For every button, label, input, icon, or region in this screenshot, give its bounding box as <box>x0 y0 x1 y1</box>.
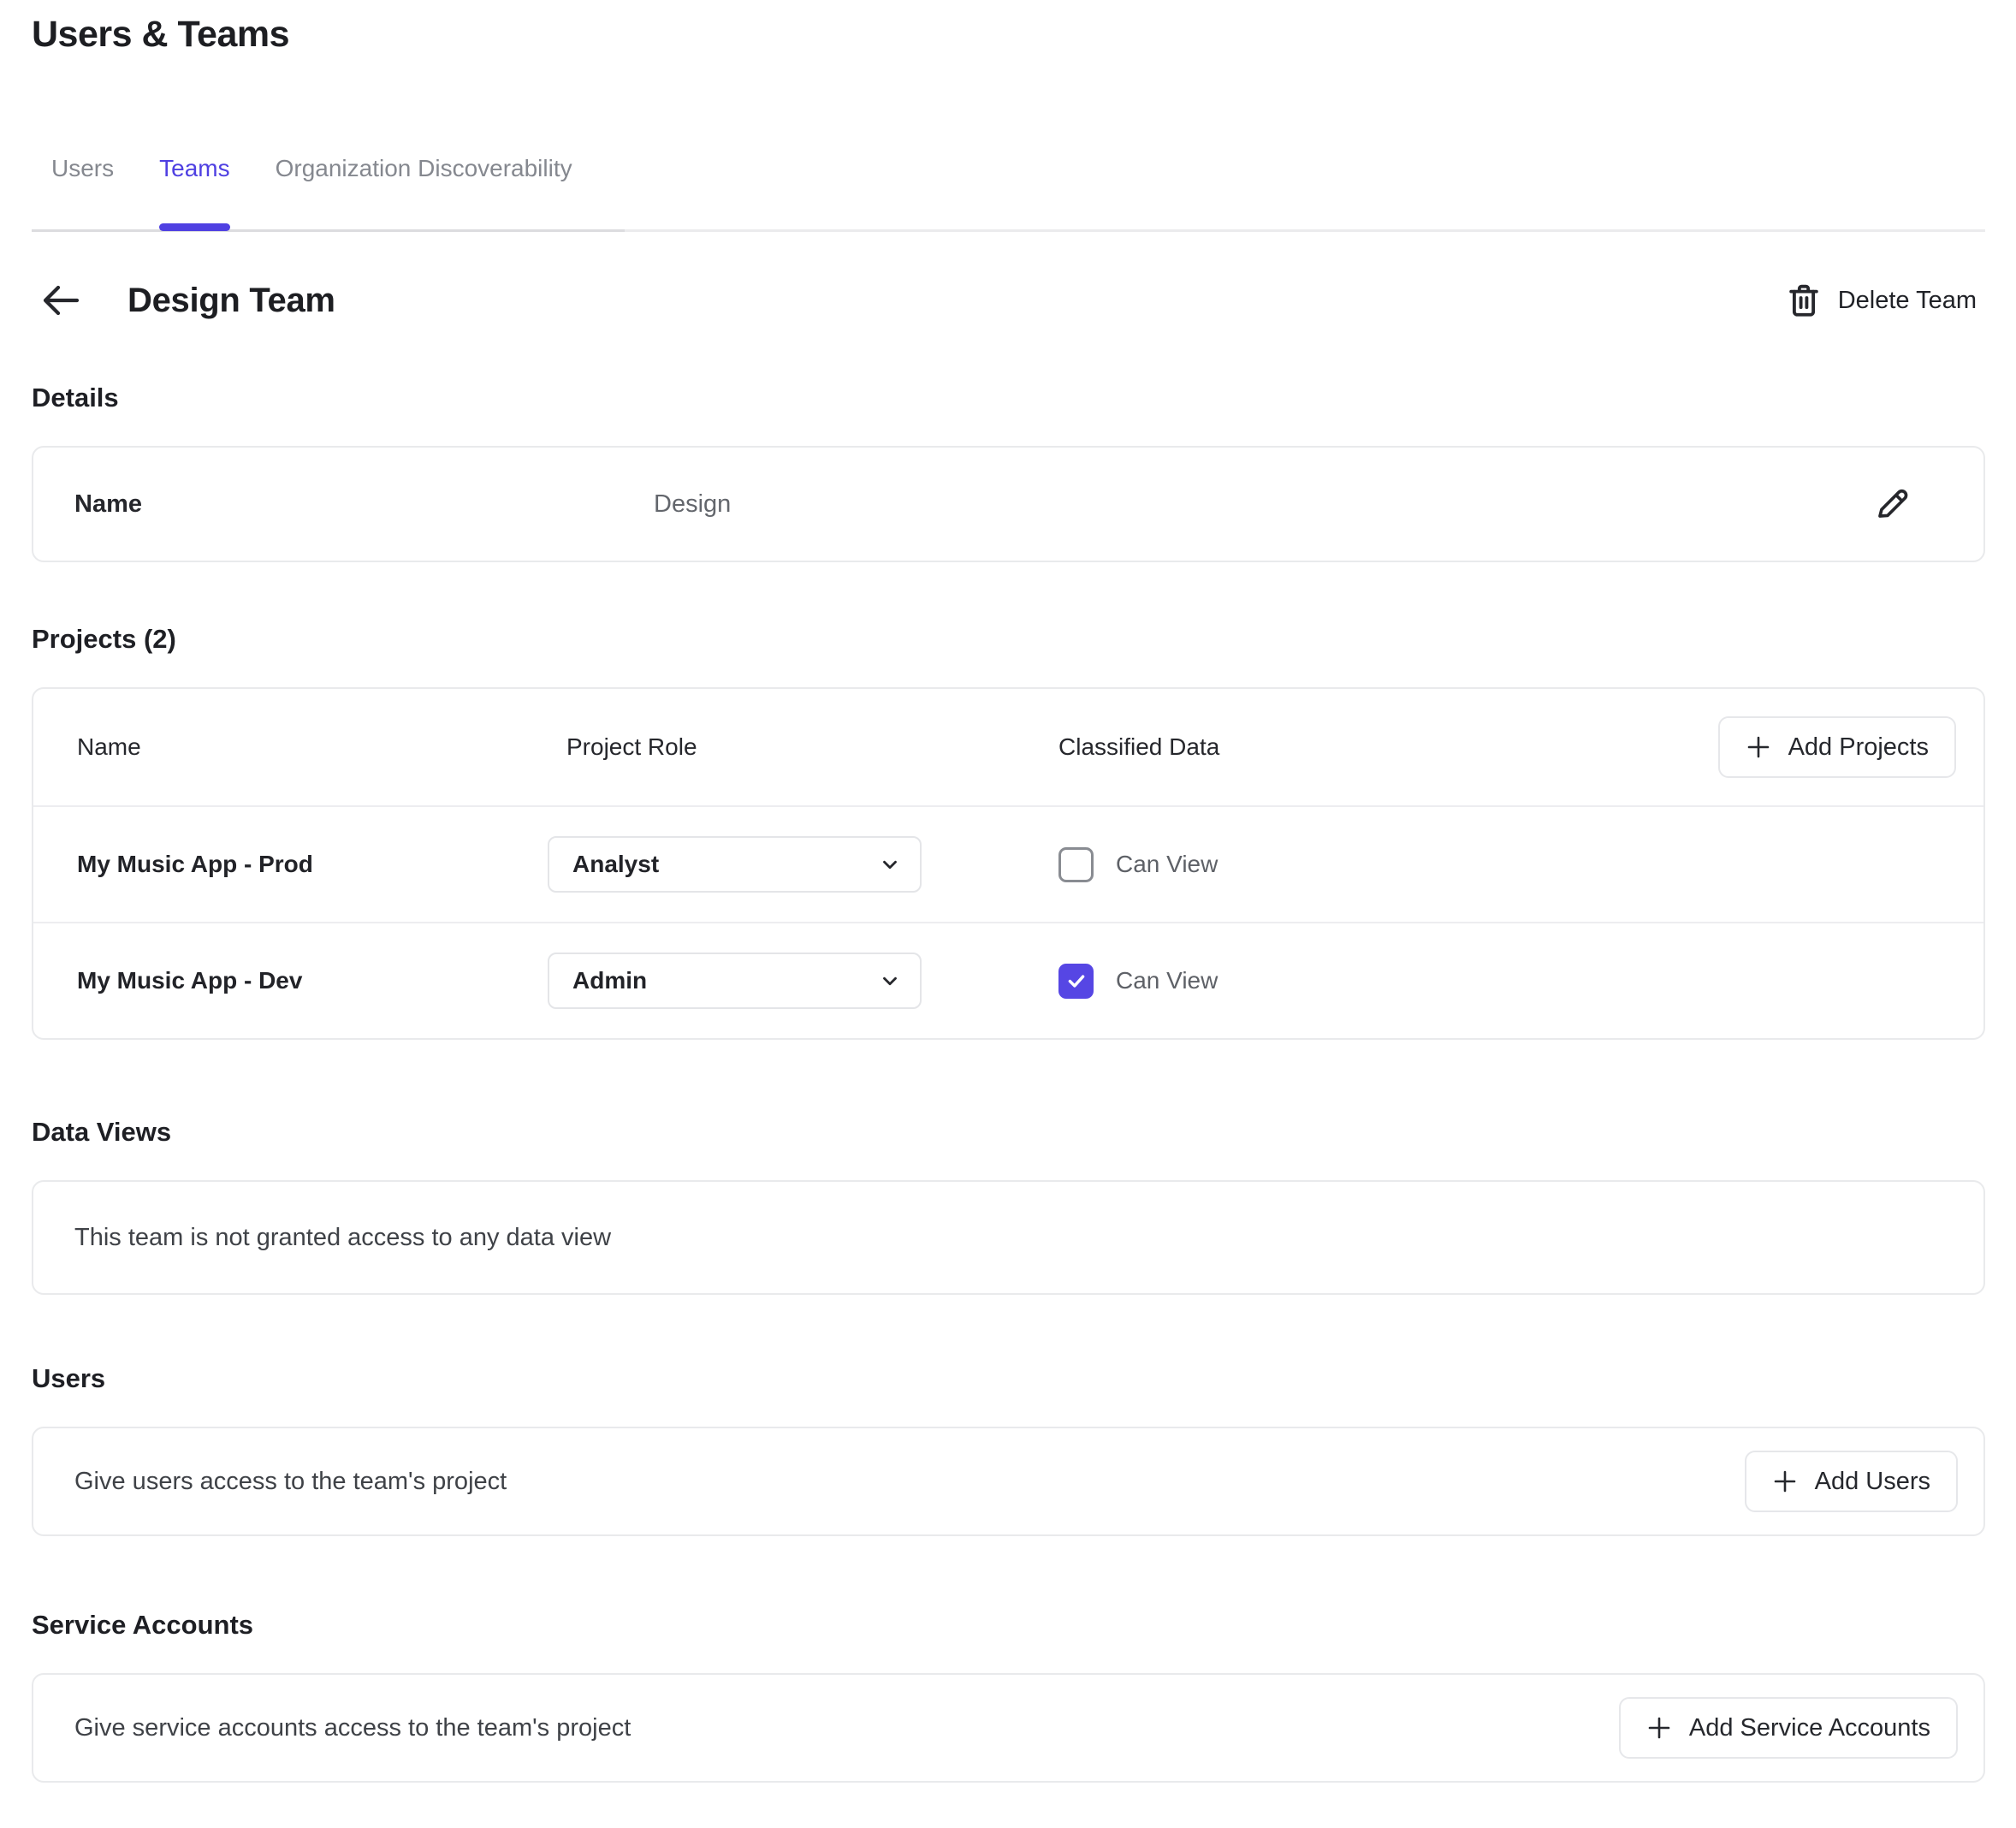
classified-can-view-toggle-prod[interactable]: Can View <box>1058 847 1956 882</box>
users-description: Give users access to the team's project <box>74 1468 1745 1496</box>
users-card: Give users access to the team's project … <box>32 1427 1985 1536</box>
plus-icon <box>1772 1469 1798 1494</box>
column-header-name: Name <box>77 733 548 761</box>
tab-organization-discoverability[interactable]: Organization Discoverability <box>276 155 572 231</box>
plus-icon <box>1746 734 1771 760</box>
project-name: My Music App - Prod <box>77 851 548 878</box>
tab-teams[interactable]: Teams <box>159 155 229 231</box>
data-views-card: This team is not granted access to any d… <box>32 1180 1985 1295</box>
add-projects-label: Add Projects <box>1788 733 1929 762</box>
add-users-button[interactable]: Add Users <box>1745 1451 1958 1512</box>
project-row-dev: My Music App - Dev Admin Can View <box>33 922 1983 1038</box>
tab-users[interactable]: Users <box>51 155 114 231</box>
tab-bar: Users Teams Organization Discoverability <box>32 155 1985 231</box>
project-role-select-prod[interactable]: Analyst <box>548 836 922 893</box>
column-header-classified-data: Classified Data <box>1058 733 1718 761</box>
column-header-project-role: Project Role <box>548 733 1058 761</box>
team-title: Design Team <box>127 282 335 320</box>
edit-name-button[interactable] <box>1874 486 1910 522</box>
back-button[interactable] <box>39 278 83 323</box>
can-view-label: Can View <box>1116 851 1218 878</box>
can-view-checkbox-checked[interactable] <box>1058 964 1094 999</box>
delete-team-label: Delete Team <box>1838 287 1977 315</box>
add-service-accounts-button[interactable]: Add Service Accounts <box>1619 1697 1958 1759</box>
team-name-value: Design <box>654 490 1874 519</box>
tabs-divider-dark-segment <box>32 229 625 232</box>
data-views-empty-text: This team is not granted access to any d… <box>74 1224 611 1252</box>
can-view-checkbox-unchecked[interactable] <box>1058 847 1094 882</box>
team-header-bar: Design Team Delete Team <box>32 278 1985 323</box>
add-projects-button[interactable]: Add Projects <box>1718 716 1956 778</box>
users-heading: Users <box>32 1363 1985 1394</box>
service-accounts-description: Give service accounts access to the team… <box>74 1714 1619 1742</box>
add-users-label: Add Users <box>1815 1468 1930 1496</box>
service-accounts-heading: Service Accounts <box>32 1610 1985 1641</box>
plus-icon <box>1646 1715 1672 1741</box>
details-heading: Details <box>32 383 1985 413</box>
service-accounts-card: Give service accounts access to the team… <box>32 1673 1985 1783</box>
project-name: My Music App - Dev <box>77 967 548 994</box>
arrow-left-icon <box>41 283 80 318</box>
trash-icon <box>1788 283 1819 318</box>
users-teams-page: Users & Teams Users Teams Organization D… <box>0 14 2016 1783</box>
pencil-icon <box>1874 486 1910 522</box>
details-card: Name Design <box>32 446 1985 562</box>
chevron-down-icon <box>879 853 901 875</box>
selected-role-label: Analyst <box>572 851 659 878</box>
tabs-divider <box>32 229 1985 232</box>
projects-heading: Projects (2) <box>32 624 1985 655</box>
classified-can-view-toggle-dev[interactable]: Can View <box>1058 964 1956 999</box>
can-view-label: Can View <box>1116 967 1218 994</box>
data-views-heading: Data Views <box>32 1117 1985 1148</box>
page-title: Users & Teams <box>32 14 1985 56</box>
projects-card: Name Project Role Classified Data Add Pr… <box>32 687 1985 1040</box>
chevron-down-icon <box>879 970 901 992</box>
project-role-select-dev[interactable]: Admin <box>548 953 922 1009</box>
name-label: Name <box>74 490 654 519</box>
delete-team-button[interactable]: Delete Team <box>1788 283 1985 318</box>
add-service-accounts-label: Add Service Accounts <box>1689 1714 1930 1742</box>
projects-table-header: Name Project Role Classified Data Add Pr… <box>33 689 1983 805</box>
selected-role-label: Admin <box>572 967 647 994</box>
project-row-prod: My Music App - Prod Analyst Can View <box>33 805 1983 922</box>
